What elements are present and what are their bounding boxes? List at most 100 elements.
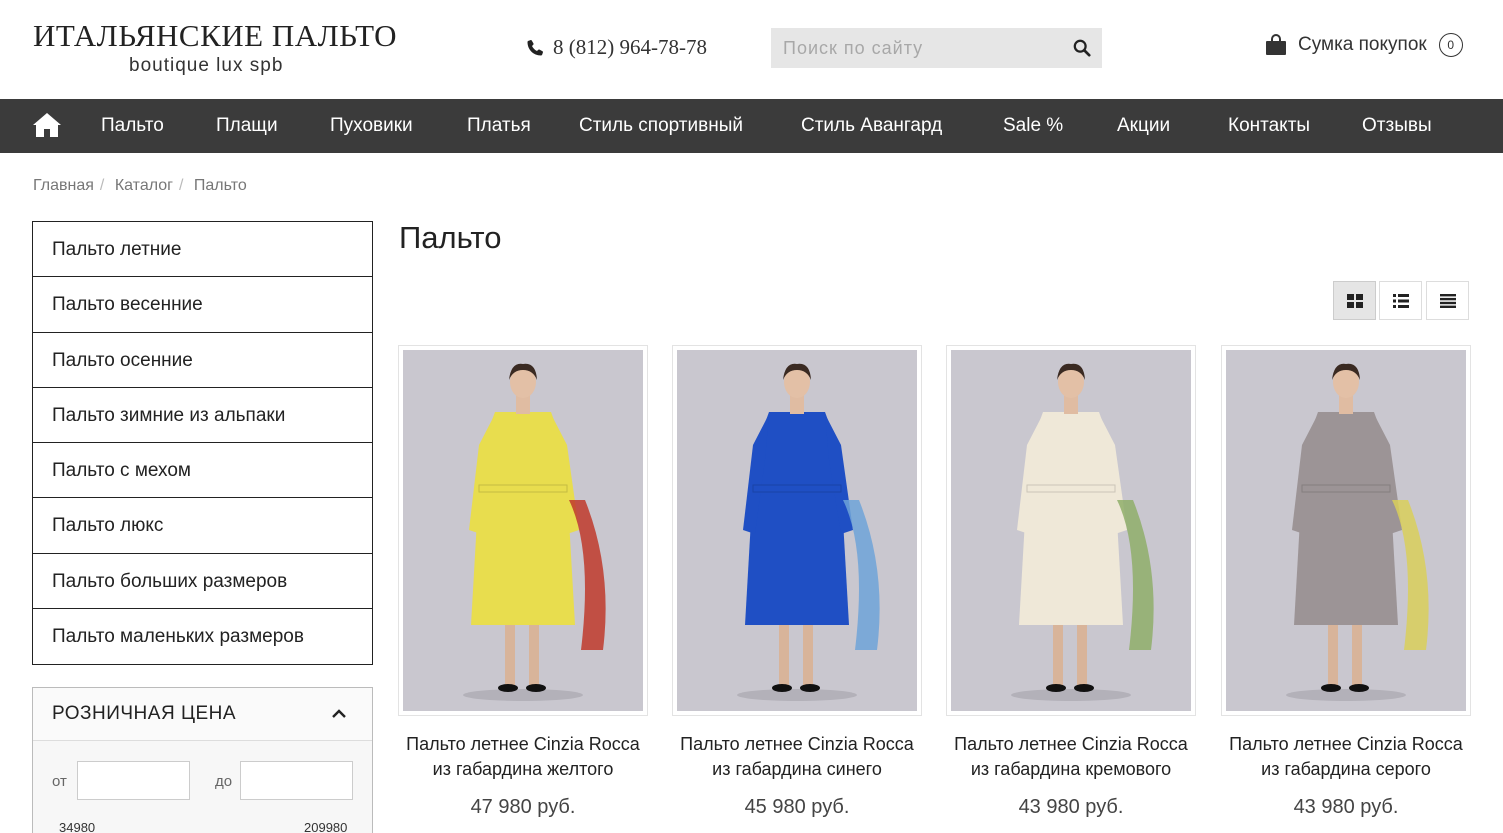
price-min-value: 34980 <box>59 820 96 833</box>
category-list: Пальто летние Пальто весенние Пальто осе… <box>32 221 373 666</box>
product-name[interactable]: Пальто летнее Cinzia Rocca из габардина с… <box>672 732 922 782</box>
product-name[interactable]: Пальто летнее Cinzia Rocca из габардина с… <box>1221 732 1471 782</box>
price-to-label: до <box>215 773 233 790</box>
list-view-icon <box>1392 293 1409 308</box>
floor-shadow <box>463 689 583 701</box>
shoe <box>800 684 820 692</box>
home-button[interactable] <box>32 108 62 142</box>
nav-item-promotions[interactable]: Акции <box>1117 99 1170 153</box>
leg <box>1352 620 1362 685</box>
floor-shadow <box>737 689 857 701</box>
search-icon[interactable] <box>1062 28 1102 68</box>
leg <box>1077 620 1087 685</box>
shopping-bag-icon <box>1266 34 1286 55</box>
product-name-line2: из габардина синего <box>712 759 882 779</box>
grid-view-icon <box>1346 293 1363 308</box>
leg <box>529 620 539 685</box>
price-from-label: от <box>52 773 67 790</box>
product-price: 43 980 руб. <box>1293 796 1399 818</box>
nav-item-sport-style[interactable]: Стиль спортивный <box>579 99 743 153</box>
chevron-up-icon[interactable] <box>331 709 347 719</box>
site-header: ИТАЛЬЯНСКИЕ ПАЛЬТО boutique lux spb 8 (8… <box>0 0 1503 99</box>
product-card[interactable]: Пальто летнее Cinzia Rocca из габардина с… <box>672 345 922 819</box>
category-item[interactable]: Пальто зимние из альпаки <box>33 388 372 444</box>
phone-contact[interactable]: 8 (812) 964-78-78 <box>525 35 707 60</box>
leg <box>505 620 515 685</box>
nav-item-coats[interactable]: Пальто <box>101 99 164 153</box>
price-filter: РОЗНИЧНАЯ ЦЕНА от до 34980 209980 <box>32 687 373 833</box>
page-title: Пальто <box>399 220 502 255</box>
search-input[interactable] <box>771 28 1062 68</box>
breadcrumb-separator: / <box>99 177 105 194</box>
product-name[interactable]: Пальто летнее Cinzia Rocca из габардина ж… <box>398 732 648 782</box>
price-from-input[interactable] <box>77 761 190 800</box>
nav-item-avantgarde-style[interactable]: Стиль Авангард <box>801 99 942 153</box>
search-bar <box>771 28 1102 68</box>
product-photo[interactable] <box>951 350 1191 711</box>
table-view-icon <box>1439 293 1456 308</box>
nav-item-contacts[interactable]: Контакты <box>1228 99 1310 153</box>
product-name-line1: Пальто летнее Cinzia Rocca <box>680 734 914 754</box>
shoe <box>772 684 792 692</box>
leg <box>1053 620 1063 685</box>
price-filter-title: РОЗНИЧНАЯ ЦЕНА <box>52 703 237 724</box>
product-card[interactable]: Пальто летнее Cinzia Rocca из габардина ж… <box>398 345 648 819</box>
sidebar: Пальто летние Пальто весенние Пальто осе… <box>32 221 373 833</box>
product-price: 47 980 руб. <box>470 796 576 818</box>
category-item[interactable]: Пальто больших размеров <box>33 554 372 610</box>
product-image-frame[interactable] <box>672 345 922 716</box>
price-max-value: 209980 <box>304 820 348 833</box>
price-filter-header[interactable]: РОЗНИЧНАЯ ЦЕНА <box>33 688 372 741</box>
breadcrumb-current: Пальто <box>193 177 247 194</box>
product-card[interactable]: Пальто летнее Cinzia Rocca из габардина с… <box>1221 345 1471 819</box>
grid-view-button[interactable] <box>1333 281 1376 320</box>
price-filter-body: от до 34980 209980 <box>33 741 372 833</box>
nav-item-reviews[interactable]: Отзывы <box>1362 99 1432 153</box>
product-image-frame[interactable] <box>946 345 1196 716</box>
product-photo[interactable] <box>403 350 643 711</box>
breadcrumb-home[interactable]: Главная <box>33 177 94 194</box>
price-to-input[interactable] <box>240 761 353 800</box>
category-item[interactable]: Пальто весенние <box>33 277 372 333</box>
shoe <box>1074 684 1094 692</box>
product-photo[interactable] <box>677 350 917 711</box>
nav-item-sale[interactable]: Sale % <box>1003 99 1063 153</box>
cart-link[interactable]: Сумка покупок 0 <box>1264 33 1463 57</box>
shoe <box>1321 684 1341 692</box>
coat-belt <box>478 484 568 493</box>
product-name-line2: из габардина кремового <box>970 759 1172 779</box>
leg <box>803 620 813 685</box>
shoe <box>526 684 546 692</box>
breadcrumb-separator: / <box>178 177 184 194</box>
shoe <box>1349 684 1369 692</box>
product-name[interactable]: Пальто летнее Cinzia Rocca из габардина к… <box>946 732 1196 782</box>
product-price: 45 980 руб. <box>744 796 850 818</box>
cart-count-badge: 0 <box>1438 33 1463 57</box>
list-view-button[interactable] <box>1379 281 1422 320</box>
product-image-frame[interactable] <box>1221 345 1471 716</box>
category-item[interactable]: Пальто осенние <box>33 333 372 388</box>
product-name-line2: из габардина серого <box>1261 759 1431 779</box>
product-image-frame[interactable] <box>398 345 648 716</box>
product-card[interactable]: Пальто летнее Cinzia Rocca из габардина к… <box>946 345 1196 819</box>
product-photo[interactable] <box>1226 350 1466 711</box>
nav-item-raincoats[interactable]: Плащи <box>216 99 278 153</box>
nav-item-down-jackets[interactable]: Пуховики <box>330 99 413 153</box>
product-name-line1: Пальто летнее Cinzia Rocca <box>954 734 1188 754</box>
product-price: 43 980 руб. <box>1018 796 1124 818</box>
product-name-line2: из габардина желтого <box>432 759 614 779</box>
breadcrumb-catalog[interactable]: Каталог <box>115 177 173 194</box>
logo-subtitle: boutique lux spb <box>129 55 284 76</box>
logo-title[interactable]: ИТАЛЬЯНСКИЕ ПАЛЬТО <box>33 18 397 54</box>
category-item[interactable]: Пальто летние <box>33 222 372 278</box>
table-view-button[interactable] <box>1426 281 1469 320</box>
category-item[interactable]: Пальто маленьких размеров <box>33 609 372 664</box>
nav-item-dresses[interactable]: Платья <box>467 99 531 153</box>
leg <box>1328 620 1338 685</box>
cart-label: Сумка покупок <box>1298 34 1427 55</box>
product-name-line1: Пальто летнее Cinzia Rocca <box>406 734 640 754</box>
category-item[interactable]: Пальто люкс <box>33 498 372 554</box>
breadcrumb: Главная / Каталог / Пальто <box>33 177 247 195</box>
product-name-line1: Пальто летнее Cinzia Rocca <box>1229 734 1463 754</box>
category-item[interactable]: Пальто с мехом <box>33 443 372 499</box>
